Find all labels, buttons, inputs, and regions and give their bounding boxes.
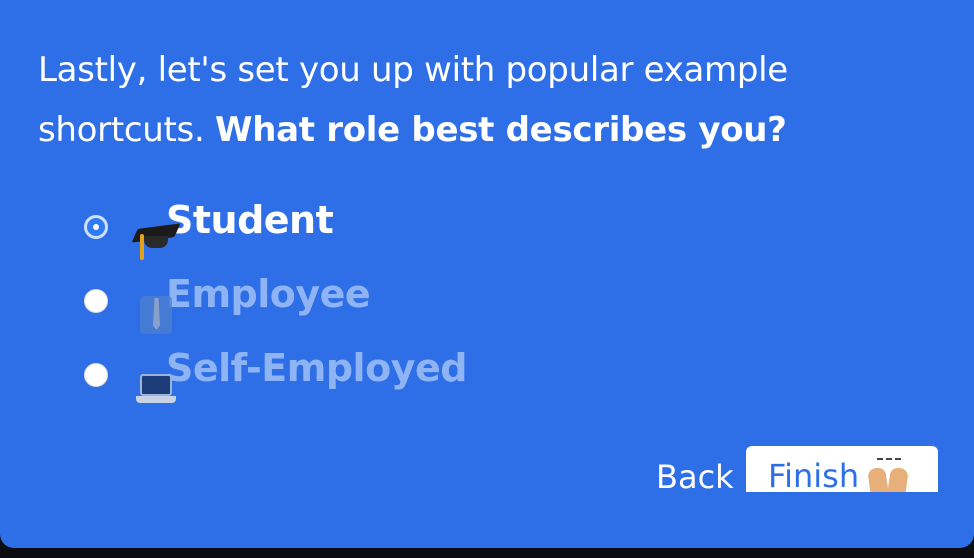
role-label-self-employed: Self-Employed [166,346,467,390]
background-strip [0,548,974,558]
role-label-employee: Employee [166,272,371,316]
role-option-self-employed[interactable]: Self-Employed [84,338,467,403]
role-label-student: Student [166,198,334,242]
student-radio[interactable] [84,215,108,239]
finish-button[interactable]: Finish [746,446,938,492]
role-option-employee[interactable]: Employee [84,264,371,334]
back-button[interactable]: Back [652,452,738,502]
finish-label: Finish [768,457,860,492]
onboarding-dialog: Lastly, let's set you up with popular ex… [0,0,974,548]
raising-hands-icon [867,458,911,492]
role-question: What role best describes you? [215,110,787,150]
role-option-student[interactable]: Student [84,190,334,260]
intro-text: Lastly, let's set you up with popular ex… [38,40,938,160]
self-employed-radio[interactable] [84,363,108,387]
employee-radio[interactable] [84,289,108,313]
